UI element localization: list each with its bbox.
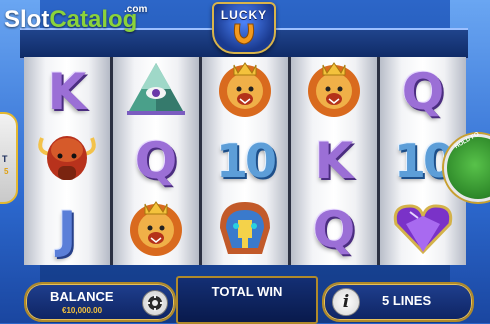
left-side-value: 5 (4, 167, 9, 176)
reel-cell: Q (380, 57, 466, 126)
symbol-q: Q (312, 201, 356, 260)
balance-panel: BALANCE €10,000.00 (24, 282, 176, 322)
reel-cell: Q (291, 196, 377, 265)
left-side-letter: T (2, 154, 8, 164)
lines-panel[interactable]: i 5 LINES (322, 282, 474, 322)
reel-cell (291, 57, 377, 126)
reel-cell (113, 196, 199, 265)
reel-cell (202, 196, 288, 265)
reel-grid: K J Q 10 K Q Q 10 (24, 57, 466, 265)
balance-label: BALANCE (50, 289, 114, 304)
lion-icon (123, 198, 189, 263)
bet-chip-button[interactable] (142, 290, 168, 316)
heart-gem-icon (390, 198, 456, 263)
reel-cell: J (24, 196, 110, 265)
symbol-j: J (57, 201, 77, 260)
chip-icon (147, 295, 163, 311)
balance-value: €10,000.00 (62, 306, 103, 315)
lion-icon (301, 59, 367, 124)
reel-3: 10 (202, 57, 288, 265)
symbol-10: 10 (215, 133, 277, 188)
horseshoe-icon (233, 23, 255, 45)
reel-cell: K (291, 126, 377, 195)
game-logo: LUCKY (212, 2, 276, 54)
reel-1: KJ (24, 57, 110, 265)
brand-part1: Slot (4, 6, 50, 33)
game-logo-text: LUCKY (220, 8, 268, 22)
reel-cell (380, 196, 466, 265)
brand-suffix: .com (124, 4, 148, 15)
reel-cell (24, 126, 110, 195)
watermark-logo: SlotCatalog .com (4, 4, 147, 34)
symbol-k: K (47, 62, 87, 121)
reel-cell (202, 57, 288, 126)
info-button[interactable]: i (332, 288, 360, 316)
lion-icon (212, 59, 278, 124)
reel-2: Q (113, 57, 199, 265)
bison-icon (34, 128, 100, 193)
reel-cell: Q (113, 126, 199, 195)
reel-cell (113, 57, 199, 126)
mask-icon (212, 198, 278, 263)
total-win-label: TOTAL WIN (211, 284, 283, 299)
reel-4: KQ (291, 57, 377, 265)
lines-label: 5 LINES (382, 293, 432, 308)
footer-bar: BALANCE €10,000.00 TOTAL WIN i 5 LINES (0, 268, 490, 324)
symbol-10: 10 (393, 133, 455, 188)
symbol-q: Q (134, 131, 178, 190)
reel-cell: 10 (202, 126, 288, 195)
total-win-panel: TOTAL WIN (176, 276, 318, 324)
symbol-q: Q (401, 62, 445, 121)
reel-cell: K (24, 57, 110, 126)
pyramid-icon (123, 59, 189, 124)
symbol-k: K (314, 131, 354, 190)
